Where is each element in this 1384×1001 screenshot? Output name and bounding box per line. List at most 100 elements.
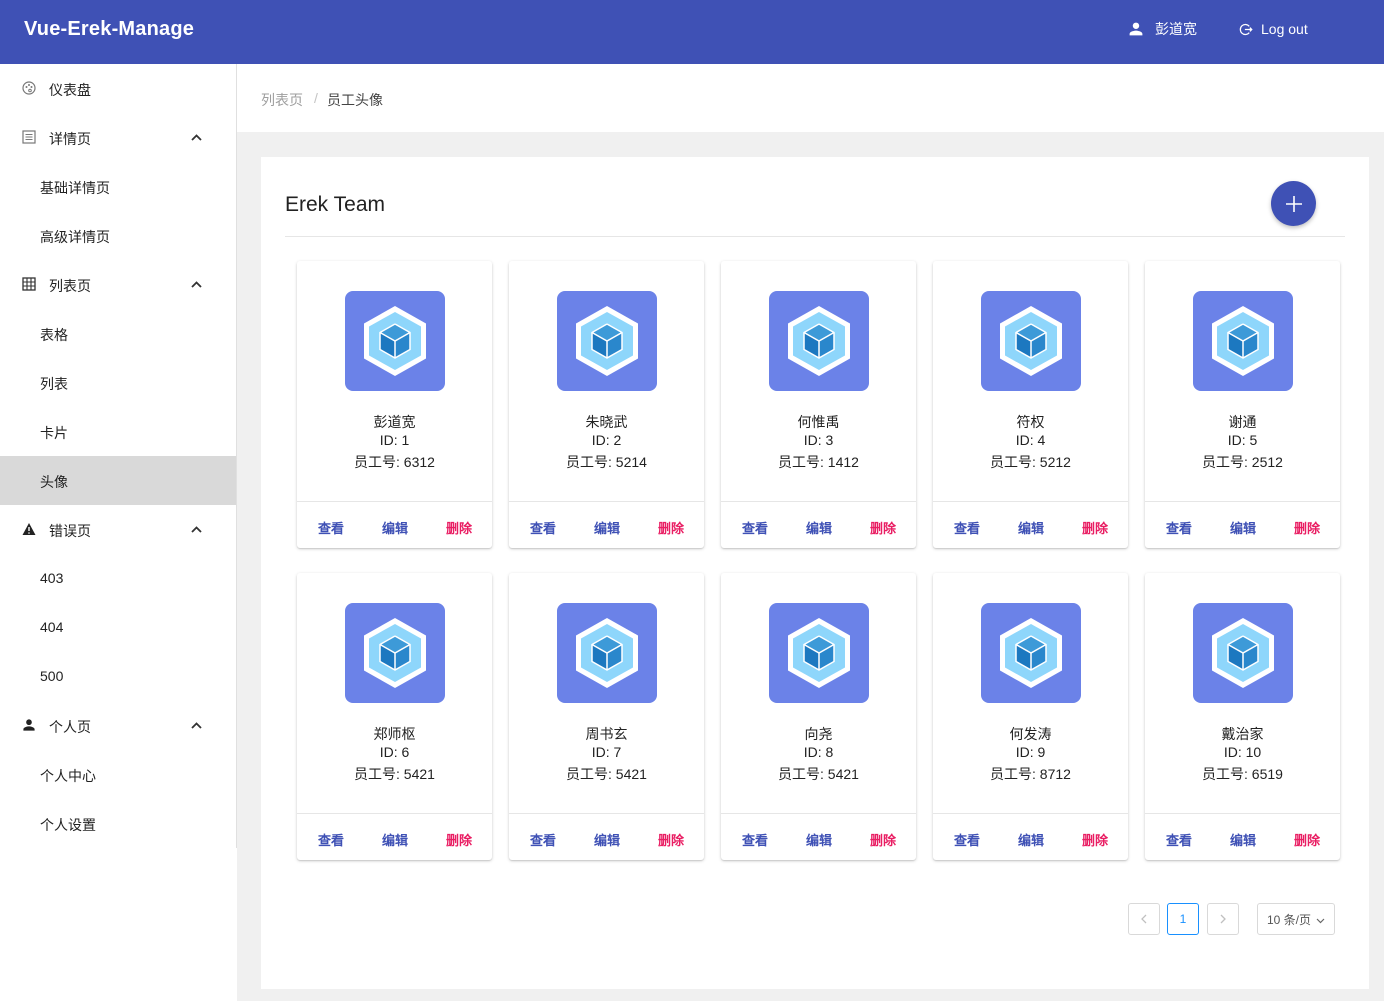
employee-id: ID: 1: [379, 432, 410, 448]
next-page-button[interactable]: [1207, 903, 1239, 935]
sidebar-item-basic-detail[interactable]: 基础详情页: [0, 162, 236, 211]
page-size-value: 10 条/页: [1267, 912, 1312, 927]
edit-button[interactable]: 编辑: [1018, 518, 1044, 537]
delete-button[interactable]: 删除: [1082, 518, 1108, 537]
sidebar-item-avatar[interactable]: 头像: [0, 456, 236, 505]
page-size-select[interactable]: 10 条/页: [1257, 903, 1335, 935]
edit-button[interactable]: 编辑: [1230, 830, 1256, 849]
employee-name: 符权: [1016, 414, 1045, 430]
employee-card: 周书玄 ID: 7 员工号: 5421 查看 编辑 删除: [509, 573, 704, 860]
cube-logo-icon: [1212, 618, 1274, 688]
sidebar-item-table[interactable]: 表格: [0, 309, 236, 358]
chevron-up-icon: [191, 281, 202, 288]
view-button[interactable]: 查看: [530, 830, 556, 849]
view-button[interactable]: 查看: [530, 518, 556, 537]
card-actions-divider: [509, 501, 704, 502]
sidebar-item-list-pages[interactable]: 列表页: [0, 260, 236, 309]
sidebar-item-personal-center[interactable]: 个人中心: [0, 750, 236, 799]
employee-number: 员工号: 8712: [990, 766, 1071, 782]
delete-button[interactable]: 删除: [658, 830, 684, 849]
delete-button[interactable]: 删除: [446, 518, 472, 537]
logout-button[interactable]: Log out: [1238, 19, 1308, 39]
cube-logo-icon: [1000, 306, 1062, 376]
breadcrumb-parent[interactable]: 列表页: [261, 90, 303, 110]
person-icon: [23, 719, 35, 731]
chevron-up-icon: [191, 134, 202, 141]
view-button[interactable]: 查看: [954, 518, 980, 537]
add-member-button[interactable]: [1271, 181, 1316, 226]
employee-id: ID: 2: [591, 432, 622, 448]
edit-button[interactable]: 编辑: [806, 830, 832, 849]
delete-button[interactable]: 删除: [870, 830, 896, 849]
view-button[interactable]: 查看: [1166, 518, 1192, 537]
edit-button[interactable]: 编辑: [594, 830, 620, 849]
sidebar-item-personal[interactable]: 个人页: [0, 701, 236, 750]
delete-button[interactable]: 删除: [1294, 830, 1320, 849]
view-button[interactable]: 查看: [954, 830, 980, 849]
divider: [285, 236, 1345, 237]
cube-logo-icon: [788, 306, 850, 376]
sidebar-item-list[interactable]: 列表: [0, 358, 236, 407]
employee-id: ID: 6: [379, 744, 410, 760]
sidebar-item-label: 404: [40, 619, 64, 635]
delete-button[interactable]: 删除: [1082, 830, 1108, 849]
edit-button[interactable]: 编辑: [1018, 830, 1044, 849]
employee-card: 何惟禹 ID: 3 员工号: 1412 查看 编辑 删除: [721, 261, 916, 548]
edit-button[interactable]: 编辑: [1230, 518, 1256, 537]
sidebar-item-error-pages[interactable]: 错误页: [0, 505, 236, 554]
app-title[interactable]: Vue-Erek-Manage: [24, 18, 194, 41]
page-number-button[interactable]: 1: [1167, 903, 1199, 935]
edit-button[interactable]: 编辑: [382, 518, 408, 537]
cube-logo-icon: [1000, 618, 1062, 688]
card-actions-divider: [933, 501, 1128, 502]
view-button[interactable]: 查看: [742, 830, 768, 849]
delete-button[interactable]: 删除: [1294, 518, 1320, 537]
edit-button[interactable]: 编辑: [382, 830, 408, 849]
sidebar-item-404[interactable]: 404: [0, 603, 236, 652]
delete-button[interactable]: 删除: [446, 830, 472, 849]
user-name: 彭道宽: [1155, 21, 1197, 37]
cube-logo-icon: [788, 618, 850, 688]
employee-id: ID: 10: [1223, 744, 1262, 760]
sidebar-item-label: 头像: [40, 474, 68, 490]
sidebar-item-label: 列表: [40, 376, 68, 392]
sidebar-item-card[interactable]: 卡片: [0, 407, 236, 456]
logout-label: Log out: [1261, 21, 1308, 37]
employee-name: 朱晓武: [585, 414, 628, 430]
sidebar-item-advanced-detail[interactable]: 高级详情页: [0, 211, 236, 260]
user-menu[interactable]: 彭道宽: [1128, 19, 1197, 39]
employee-id: ID: 5: [1227, 432, 1258, 448]
avatar: [345, 603, 445, 703]
warning-icon: [22, 523, 36, 535]
card-actions-divider: [721, 501, 916, 502]
card-actions-divider: [509, 813, 704, 814]
card-actions-divider: [1145, 813, 1340, 814]
view-button[interactable]: 查看: [742, 518, 768, 537]
sidebar-item-label: 表格: [40, 327, 68, 343]
cube-logo-icon: [576, 306, 638, 376]
delete-button[interactable]: 删除: [870, 518, 896, 537]
sidebar-item-label: 错误页: [49, 523, 91, 539]
delete-button[interactable]: 删除: [658, 518, 684, 537]
breadcrumb: 列表页 / 员工头像: [237, 64, 1384, 132]
avatar: [981, 603, 1081, 703]
sidebar-item-dashboard[interactable]: 仪表盘: [0, 64, 236, 113]
employee-card: 戴治家 ID: 10 员工号: 6519 查看 编辑 删除: [1145, 573, 1340, 860]
sidebar-item-500[interactable]: 500: [0, 652, 236, 701]
sidebar: 仪表盘 详情页 基础详情页 高级详情页 列表页 表格 列表 卡片 头像 错误页 …: [0, 64, 237, 1001]
sidebar-item-personal-settings[interactable]: 个人设置: [0, 799, 236, 848]
chevron-up-icon: [191, 722, 202, 729]
view-button[interactable]: 查看: [318, 518, 344, 537]
sidebar-item-label: 卡片: [40, 425, 68, 441]
chevron-right-icon: [1220, 914, 1226, 924]
sidebar-item-403[interactable]: 403: [0, 554, 236, 603]
prev-page-button[interactable]: [1128, 903, 1160, 935]
edit-button[interactable]: 编辑: [806, 518, 832, 537]
sidebar-divider: [236, 64, 237, 848]
employee-id: ID: 4: [1015, 432, 1046, 448]
view-button[interactable]: 查看: [1166, 830, 1192, 849]
edit-button[interactable]: 编辑: [594, 518, 620, 537]
view-button[interactable]: 查看: [318, 830, 344, 849]
sidebar-item-details[interactable]: 详情页: [0, 113, 236, 162]
employee-card: 向尧 ID: 8 员工号: 5421 查看 编辑 删除: [721, 573, 916, 860]
